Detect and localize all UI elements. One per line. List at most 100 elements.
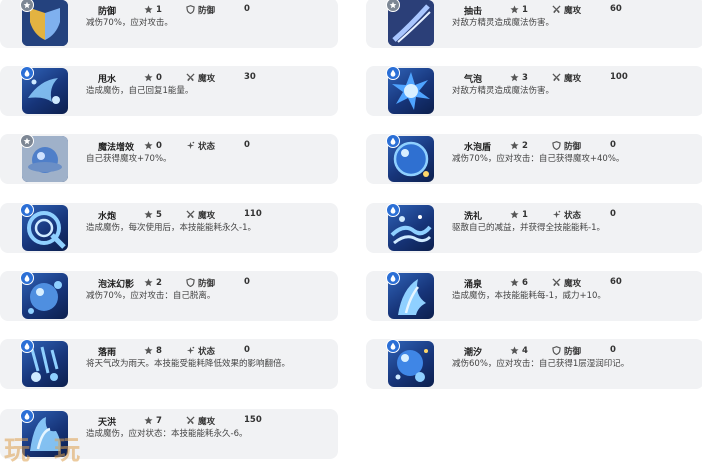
skill-name: 天洪 bbox=[98, 418, 117, 428]
defense-icon bbox=[186, 5, 195, 14]
skill-description: 造成魔伤，自己回复1能量。 bbox=[86, 86, 194, 96]
skill-category: 状态 bbox=[186, 140, 216, 152]
skill-category-label: 状态 bbox=[564, 210, 582, 221]
magic-attack-icon bbox=[186, 416, 195, 425]
skill-description: 减伤70%，应对攻击。 bbox=[86, 18, 173, 28]
skill-power: 30 bbox=[244, 72, 256, 82]
energy-star-icon bbox=[144, 73, 153, 82]
magic-attack-icon bbox=[186, 73, 195, 82]
energy-cost-value: 8 bbox=[156, 345, 162, 356]
skill-category-label: 魔攻 bbox=[564, 5, 582, 16]
skill-card[interactable]: 涌泉 6 魔攻 60 造成魔伤，本技能能耗每-1，威力+10。 bbox=[366, 271, 702, 321]
skill-card[interactable]: 气泡 3 魔攻 100 对敌方精灵造成魔法伤害。 bbox=[366, 66, 702, 116]
skill-category-label: 防御 bbox=[564, 141, 582, 152]
energy-cost: 7 bbox=[144, 415, 162, 426]
defense-icon bbox=[552, 141, 561, 150]
skill-category: 魔攻 bbox=[552, 277, 581, 289]
energy-cost: 0 bbox=[144, 140, 162, 151]
energy-star-icon bbox=[510, 5, 519, 14]
skill-description: 造成魔伤，本技能能耗每-1，威力+10。 bbox=[452, 291, 606, 301]
skill-card[interactable]: 魔法增效 0 状态 0 自己获得魔攻+70%。 bbox=[0, 134, 338, 184]
energy-cost: 5 bbox=[144, 209, 162, 220]
skill-name: 潮汐 bbox=[464, 348, 483, 358]
defense-icon bbox=[186, 278, 195, 287]
skill-name: 涌泉 bbox=[464, 280, 483, 290]
skill-card[interactable]: 水炮 5 魔攻 110 造成魔伤，每次使用后，本技能能耗永久-1。 bbox=[0, 203, 338, 253]
skill-category-label: 魔攻 bbox=[198, 73, 216, 84]
energy-cost-value: 3 bbox=[522, 72, 528, 83]
magic-attack-icon bbox=[552, 278, 561, 287]
skill-card[interactable]: 泡沫幻影 2 防御 0 减伤70%，应对攻击：自己脱离。 bbox=[0, 271, 338, 321]
normal-type-icon bbox=[20, 134, 34, 148]
energy-star-icon bbox=[144, 5, 153, 14]
magic-attack-icon bbox=[186, 210, 195, 219]
skill-category-label: 魔攻 bbox=[198, 210, 216, 221]
skill-card[interactable]: 抽击 1 魔攻 60 对敌方精灵造成魔法伤害。 bbox=[366, 0, 702, 48]
skill-name: 水炮 bbox=[98, 212, 117, 222]
skill-category: 防御 bbox=[186, 277, 215, 289]
energy-cost: 1 bbox=[510, 209, 528, 220]
skill-power: 0 bbox=[244, 345, 250, 355]
skill-power: 0 bbox=[244, 140, 250, 150]
skill-power: 0 bbox=[610, 140, 616, 150]
skill-card[interactable]: 防御 1 防御 0 减伤70%，应对攻击。 bbox=[0, 0, 338, 48]
skill-power: 0 bbox=[610, 345, 616, 355]
skill-category: 防御 bbox=[552, 345, 582, 357]
energy-cost: 4 bbox=[510, 345, 528, 356]
skill-card[interactable]: 落雨 8 状态 0 将天气改为雨天。本技能受能耗降低效果的影响翻倍。 bbox=[0, 339, 338, 389]
water-type-icon bbox=[386, 134, 400, 148]
energy-cost: 8 bbox=[144, 345, 162, 356]
skill-power: 0 bbox=[244, 4, 250, 14]
skill-description: 对敌方精灵造成魔法伤害。 bbox=[452, 18, 555, 28]
energy-star-icon bbox=[510, 346, 519, 355]
water-type-icon bbox=[20, 66, 34, 80]
skill-name: 抽击 bbox=[464, 7, 483, 17]
skill-category-label: 魔攻 bbox=[564, 73, 582, 84]
energy-star-icon bbox=[510, 73, 519, 82]
skill-description: 驱散自己的减益，并获得全技能能耗-1。 bbox=[452, 223, 605, 233]
skill-name: 水泡盾 bbox=[464, 143, 492, 153]
skill-category-label: 防御 bbox=[564, 346, 582, 357]
energy-cost-value: 1 bbox=[156, 4, 162, 15]
status-icon bbox=[186, 346, 195, 355]
skill-power: 150 bbox=[244, 415, 262, 425]
skill-card[interactable]: 洗礼 1 状态 0 驱散自己的减益，并获得全技能能耗-1。 bbox=[366, 203, 702, 253]
energy-cost: 2 bbox=[510, 140, 528, 151]
energy-cost: 0 bbox=[144, 72, 162, 83]
status-icon bbox=[552, 210, 561, 219]
skill-category: 状态 bbox=[186, 345, 216, 357]
skill-name: 防御 bbox=[98, 7, 117, 17]
skill-category-label: 状态 bbox=[198, 346, 216, 357]
magic-attack-icon bbox=[552, 73, 561, 82]
skill-power: 100 bbox=[610, 72, 628, 82]
water-type-icon bbox=[386, 203, 400, 217]
skill-category: 魔攻 bbox=[186, 209, 216, 221]
energy-star-icon bbox=[144, 141, 153, 150]
skill-category: 状态 bbox=[552, 209, 582, 221]
skill-description: 将天气改为雨天。本技能受能耗降低效果的影响翻倍。 bbox=[86, 359, 291, 369]
skill-category-label: 状态 bbox=[198, 141, 216, 152]
skill-power: 0 bbox=[610, 209, 616, 219]
energy-cost-value: 1 bbox=[522, 209, 528, 220]
water-type-icon bbox=[20, 271, 34, 285]
skill-description: 减伤70%，应对攻击：自己获得魔攻+40%。 bbox=[452, 154, 625, 164]
skill-description: 造成魔伤，每次使用后，本技能能耗永久-1。 bbox=[86, 223, 256, 233]
skill-card[interactable]: 甩水 0 魔攻 30 造成魔伤，自己回复1能量。 bbox=[0, 66, 338, 116]
energy-star-icon bbox=[144, 346, 153, 355]
skill-category: 防御 bbox=[552, 140, 582, 152]
skill-category: 魔攻 bbox=[552, 72, 582, 84]
skill-category: 魔攻 bbox=[186, 72, 216, 84]
skill-description: 减伤60%，应对攻击：自己获得1层湿润印记。 bbox=[452, 359, 630, 369]
water-type-icon bbox=[386, 339, 400, 353]
energy-cost-value: 6 bbox=[522, 277, 528, 288]
energy-cost-value: 2 bbox=[156, 277, 162, 288]
skill-name: 甩水 bbox=[98, 75, 117, 85]
energy-cost: 3 bbox=[510, 72, 528, 83]
skill-card[interactable]: 潮汐 4 防御 0 减伤60%，应对攻击：自己获得1层湿润印记。 bbox=[366, 339, 702, 389]
skill-power: 110 bbox=[244, 209, 262, 219]
skill-power: 60 bbox=[610, 4, 622, 14]
skill-card[interactable]: 水泡盾 2 防御 0 减伤70%，应对攻击：自己获得魔攻+40%。 bbox=[366, 134, 702, 184]
water-type-icon bbox=[20, 339, 34, 353]
skill-description: 减伤70%，应对攻击：自己脱离。 bbox=[86, 291, 216, 301]
energy-cost-value: 5 bbox=[156, 209, 162, 220]
